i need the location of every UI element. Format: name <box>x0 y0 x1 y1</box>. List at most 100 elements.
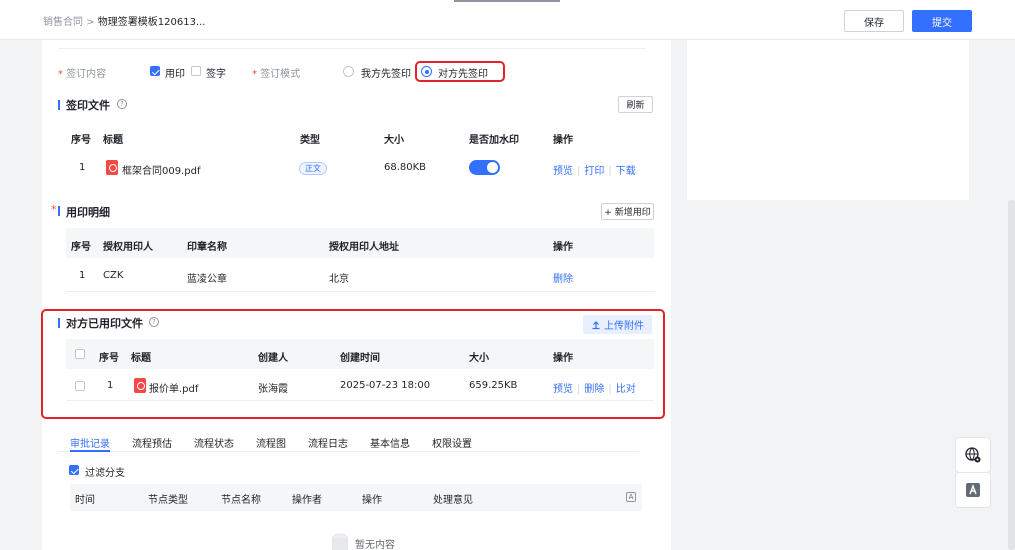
col-actions: 操作 <box>553 135 573 146</box>
right-panel <box>687 40 969 200</box>
col-index: 序号 <box>71 135 91 146</box>
scrollbar[interactable] <box>1008 200 1015 550</box>
pdf-file-icon <box>106 160 118 175</box>
row-checkbox[interactable] <box>75 381 85 391</box>
help-icon[interactable]: ? <box>117 99 127 109</box>
sign-content-label: * 签订内容 <box>58 69 107 80</box>
pdf-file-icon <box>134 378 146 393</box>
delete-link[interactable]: 删除 <box>553 270 573 285</box>
breadcrumb-parent[interactable]: 销售合同 <box>43 17 83 28</box>
counterparty-first-radio[interactable] <box>421 66 432 77</box>
col-title: 标题 <box>131 353 151 364</box>
file-size: 659.25KB <box>469 380 518 391</box>
col-creator: 创建人 <box>258 353 288 364</box>
seal-person: CZK <box>103 270 124 281</box>
col-type: 类型 <box>300 135 320 146</box>
column-settings-icon[interactable]: A <box>626 492 636 502</box>
row-index: 1 <box>79 162 86 173</box>
counterparty-files-title: 对方已用印文件 <box>66 317 143 330</box>
divider <box>58 48 646 49</box>
seal-checkbox[interactable] <box>150 66 160 76</box>
watermark-toggle[interactable] <box>469 160 500 175</box>
type-tag: 正文 <box>299 162 327 175</box>
signature-checkbox-label: 签字 <box>206 69 226 80</box>
font-settings-button[interactable] <box>955 472 991 508</box>
col-operation: 操作 <box>362 495 382 506</box>
breadcrumb-current: 物理签署模板120613... <box>97 17 206 28</box>
empty-box-icon <box>331 533 349 550</box>
col-node-type: 节点类型 <box>148 495 188 506</box>
top-bar: 销售合同 > 物理签署模板120613... 保存 提交 <box>0 0 1015 40</box>
save-button[interactable]: 保存 <box>844 10 904 32</box>
counterparty-first-label: 对方先签印 <box>438 69 488 80</box>
col-actions: 操作 <box>553 242 573 253</box>
active-tab-underline <box>70 450 110 452</box>
print-link[interactable]: 打印 <box>584 166 604 177</box>
tab-flow-estimate[interactable]: 流程预估 <box>132 435 172 450</box>
add-seal-button[interactable]: + 新增用印 <box>601 203 654 220</box>
help-icon[interactable]: ? <box>149 317 159 327</box>
file-creator: 张海霞 <box>258 384 288 395</box>
section-marker <box>58 206 60 216</box>
seal-name: 蓝凌公章 <box>187 274 227 285</box>
preview-link[interactable]: 预览 <box>553 384 573 395</box>
col-size: 大小 <box>384 135 404 146</box>
filter-branch-checkbox[interactable] <box>69 465 79 475</box>
preview-link[interactable]: 预览 <box>553 166 573 177</box>
upload-icon <box>592 320 600 329</box>
file-title[interactable]: 框架合同009.pdf <box>122 162 200 177</box>
file-title[interactable]: 报价单.pdf <box>149 380 198 395</box>
sign-mode-label: * 签订模式 <box>252 69 301 80</box>
upload-attachment-button[interactable]: 上传附件 <box>583 315 652 334</box>
compare-link[interactable]: 比对 <box>616 384 636 395</box>
section-marker <box>58 318 60 328</box>
tab-flow-chart[interactable]: 流程图 <box>256 435 286 450</box>
col-address: 授权用印人地址 <box>329 242 399 253</box>
delete-link[interactable]: 删除 <box>584 384 604 395</box>
tab-permission-settings[interactable]: 权限设置 <box>432 435 472 450</box>
row-divider <box>66 291 654 292</box>
tab-bar-divider <box>58 451 638 452</box>
our-first-radio[interactable] <box>343 66 354 77</box>
tab-approval-records[interactable]: 审批记录 <box>70 435 110 450</box>
col-opinion: 处理意见 <box>433 495 473 506</box>
sign-files-title: 签印文件 <box>66 99 110 112</box>
tab-flow-status[interactable]: 流程状态 <box>194 435 234 450</box>
row-actions: 预览 | 删除 | 比对 <box>553 384 636 395</box>
col-title: 标题 <box>103 135 123 146</box>
filter-branch-label: 过滤分支 <box>85 468 125 479</box>
empty-text: 暂无内容 <box>355 540 395 550</box>
col-person: 授权用印人 <box>103 242 153 253</box>
section-marker <box>58 100 60 110</box>
col-index: 序号 <box>99 353 119 364</box>
row-index: 1 <box>79 270 86 281</box>
refresh-button[interactable]: 刷新 <box>618 96 653 113</box>
signature-checkbox[interactable] <box>191 66 201 76</box>
seal-detail-title: 用印明细 <box>66 206 110 219</box>
tab-basic-info[interactable]: 基本信息 <box>370 435 410 450</box>
font-a-icon <box>966 483 980 497</box>
main-panel <box>42 40 671 550</box>
col-actions: 操作 <box>553 353 573 364</box>
upload-label: 上传附件 <box>604 321 644 332</box>
globe-settings-button[interactable] <box>955 437 991 473</box>
select-all-checkbox[interactable] <box>75 349 85 359</box>
seal-checkbox-label: 用印 <box>165 69 185 80</box>
required-marker: * <box>51 203 57 216</box>
row-actions: 预览 | 打印 | 下载 <box>553 166 636 177</box>
col-operator: 操作者 <box>292 495 322 506</box>
row-index: 1 <box>107 380 114 391</box>
download-link[interactable]: 下载 <box>616 166 636 177</box>
col-node-name: 节点名称 <box>221 495 261 506</box>
tab-flow-log[interactable]: 流程日志 <box>308 435 348 450</box>
col-created-time: 创建时间 <box>340 353 380 364</box>
submit-button[interactable]: 提交 <box>912 10 972 32</box>
row-divider <box>66 400 654 401</box>
col-seal: 印章名称 <box>187 242 227 253</box>
window-tab-indicator <box>454 0 560 2</box>
file-created-time: 2025-07-23 18:00 <box>340 380 431 391</box>
our-first-label: 我方先签印 <box>361 69 411 80</box>
breadcrumb: 销售合同 > 物理签署模板120613... <box>43 13 205 28</box>
globe-settings-icon <box>965 447 981 463</box>
col-size: 大小 <box>469 353 489 364</box>
